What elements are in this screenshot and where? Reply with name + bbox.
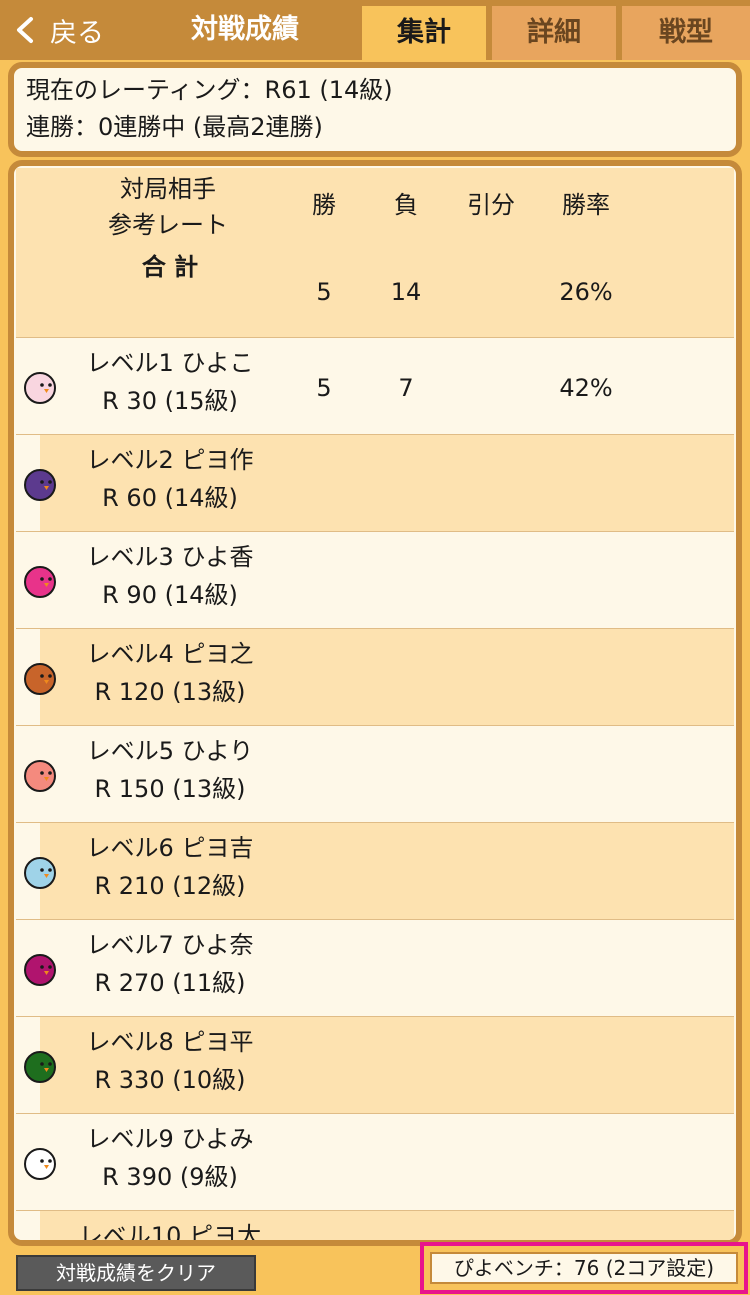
- avatar-column: [16, 1211, 40, 1240]
- table-row: レベル7 ひよ奈 R 270 (11級): [16, 920, 734, 1017]
- header-win-rate: 勝率: [562, 191, 610, 219]
- current-rating-text: 現在のレーティング：R61 (14級): [26, 76, 393, 104]
- opponent-rating: R 150 (13級): [94, 775, 246, 803]
- opponent-name: レベル3 ひよ香: [86, 543, 254, 571]
- back-button[interactable]: 戻る: [14, 10, 104, 50]
- chick-white-icon: [24, 1148, 56, 1180]
- page-title: 対戦成績: [191, 14, 299, 45]
- results-table[interactable]: 対局相手 参考レート 勝 負 引分 勝率 合 計 5 14 26% レベル1 ひ…: [8, 160, 742, 1246]
- header-draw: 引分: [467, 191, 515, 219]
- benchmark-highlight: ぴよベンチ：76 (2コア設定): [420, 1242, 748, 1294]
- opponent-name: レベル1 ひよこ: [86, 349, 254, 377]
- opponent-name: レベル10 ピヨ太: [78, 1222, 262, 1246]
- chick-purple-icon: [24, 469, 56, 501]
- total-win: 5: [316, 278, 332, 306]
- opponent-rating: R 30 (15級): [102, 387, 238, 415]
- chick-yellow-icon: [22, 1242, 58, 1246]
- chick-lightblue-icon: [24, 857, 56, 889]
- rating-info-card: 現在のレーティング：R61 (14級) 連勝：0連勝中 (最高2連勝): [8, 62, 742, 157]
- chick-orange-icon: [24, 663, 56, 695]
- clear-results-button[interactable]: 対戦成績をクリア: [16, 1255, 256, 1291]
- chick-crimson-icon: [24, 954, 56, 986]
- table-row: レベル2 ピヨ作 R 60 (14級): [16, 435, 734, 532]
- opponent-name: レベル4 ピヨ之: [86, 640, 254, 668]
- opponent-rating: R 270 (11級): [94, 969, 246, 997]
- back-label: 戻る: [50, 17, 104, 49]
- opponent-name: レベル6 ピヨ吉: [86, 834, 254, 862]
- table-row: レベル5 ひより R 150 (13級): [16, 726, 734, 823]
- cell-loss: 7: [398, 374, 414, 402]
- chick-green-icon: [24, 1051, 56, 1083]
- opponent-rating: R 60 (14級): [102, 484, 238, 512]
- table-body: 合 計 5 14 26% レベル1 ひよこ R 30 (15級) 5 7 42% レベル2…: [16, 242, 734, 1246]
- table-row: レベル9 ひよみ R 390 (9級): [16, 1114, 734, 1211]
- table-row: レベル8 ピヨ平 R 330 (10級): [16, 1017, 734, 1114]
- total-win-rate: 26%: [559, 278, 613, 306]
- table-row: レベル10 ピヨ太: [16, 1211, 734, 1246]
- opponent-name: レベル8 ピヨ平: [86, 1028, 254, 1056]
- opponent-rating: R 90 (14級): [102, 581, 238, 609]
- tab-details[interactable]: 詳細: [492, 6, 616, 60]
- opponent-name: レベル5 ひより: [86, 737, 254, 765]
- total-row: 合 計 5 14 26%: [16, 242, 734, 338]
- chick-salmon-icon: [24, 760, 56, 792]
- win-streak-text: 連勝：0連勝中 (最高2連勝): [26, 113, 323, 141]
- opponent-name: レベル7 ひよ奈: [86, 931, 254, 959]
- table-row: レベル6 ピヨ吉 R 210 (12級): [16, 823, 734, 920]
- table-header: 対局相手 参考レート 勝 負 引分 勝率: [16, 168, 734, 242]
- navigation-bar: 戻る 対戦成績 集計 詳細 戦型: [0, 0, 750, 60]
- header-reference-rate: 参考レート: [108, 211, 228, 239]
- opponent-name: レベル2 ピヨ作: [86, 446, 254, 474]
- table-row: レベル3 ひよ香 R 90 (14級): [16, 532, 734, 629]
- cell-rate: 42%: [559, 374, 613, 402]
- total-label: 合 計: [141, 253, 199, 281]
- cell-win: 5: [316, 374, 332, 402]
- table-row: レベル1 ひよこ R 30 (15級) 5 7 42%: [16, 338, 734, 435]
- tab-summary[interactable]: 集計: [362, 6, 486, 60]
- header-loss: 負: [394, 191, 418, 219]
- opponent-rating: R 210 (12級): [94, 872, 246, 900]
- tab-strategy[interactable]: 戦型: [622, 6, 750, 60]
- opponent-rating: R 390 (9級): [102, 1163, 238, 1191]
- opponent-name: レベル9 ひよみ: [86, 1125, 254, 1153]
- opponent-rating: R 330 (10級): [94, 1066, 246, 1094]
- benchmark-label: ぴよベンチ：76 (2コア設定): [430, 1252, 738, 1284]
- chevron-left-icon: [17, 17, 33, 43]
- header-win: 勝: [312, 191, 336, 219]
- total-loss: 14: [390, 278, 422, 306]
- table-row: レベル4 ピヨ之 R 120 (13級): [16, 629, 734, 726]
- chick-magenta-icon: [24, 566, 56, 598]
- opponent-rating: R 120 (13級): [94, 678, 246, 706]
- chick-pink-icon: [24, 372, 56, 404]
- header-opponent: 対局相手: [120, 175, 216, 203]
